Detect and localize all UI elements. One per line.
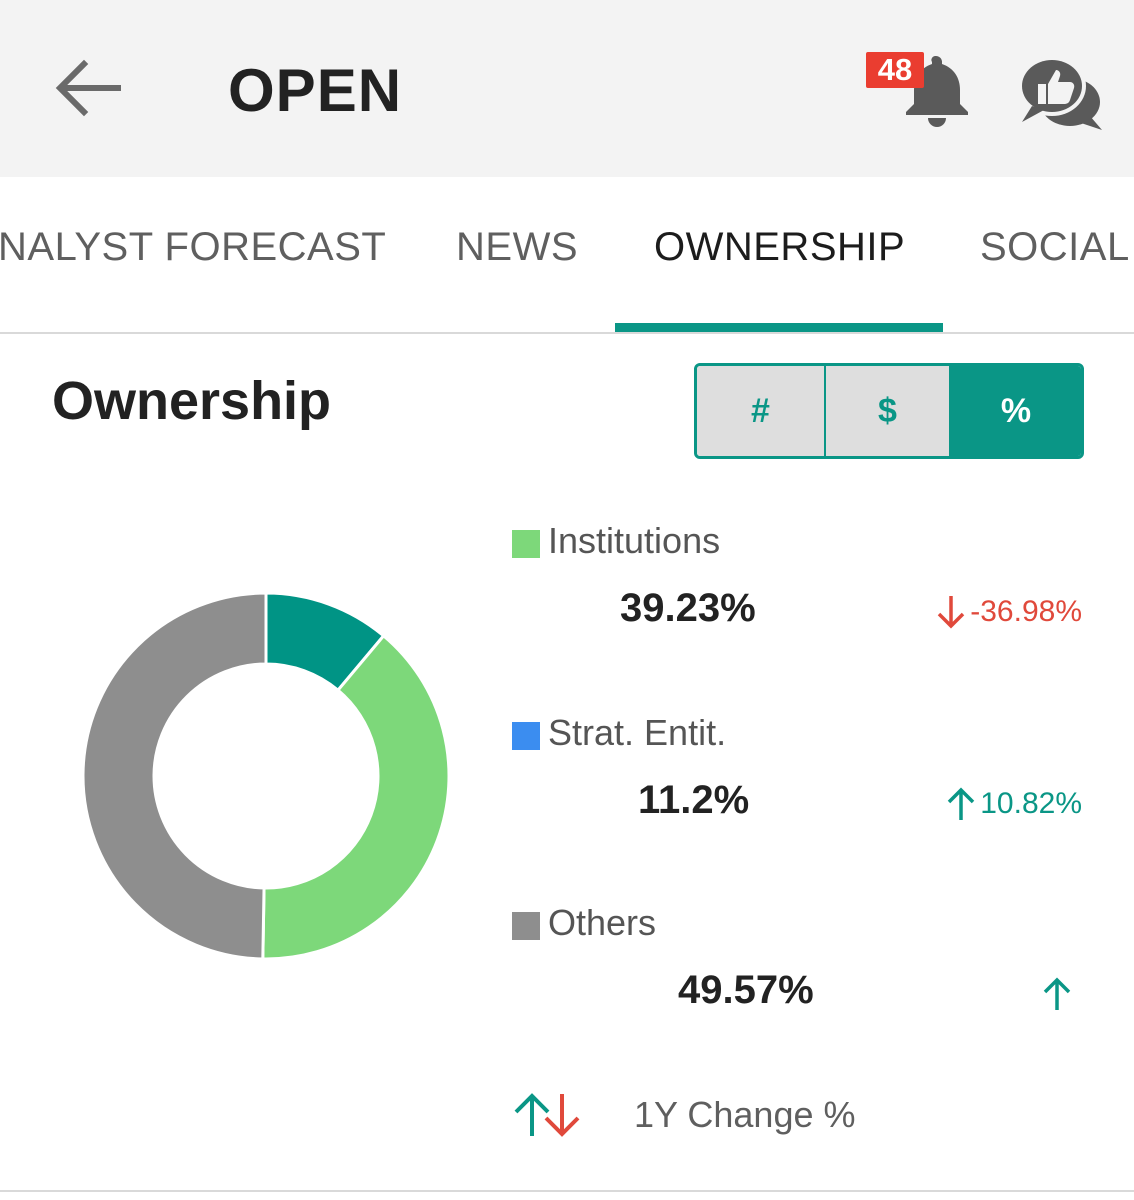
arrow-up-icon xyxy=(1043,977,1071,1010)
institutions-swatch xyxy=(512,530,540,558)
legend-item-strat-entities: Strat. Entit. 11.2% 10.82% xyxy=(512,712,1092,832)
up-down-arrows-icon xyxy=(514,1093,580,1137)
notification-badge: 48 xyxy=(866,52,924,88)
donut-segment-institutions xyxy=(261,633,451,961)
toggle-dollar-button[interactable]: $ xyxy=(824,366,949,456)
legend-value: 11.2% xyxy=(638,778,750,822)
strat-entities-swatch xyxy=(512,722,540,750)
divider xyxy=(0,1190,1134,1192)
tab-analyst-forecast[interactable]: NALYST FORECAST xyxy=(0,225,386,270)
tab-social[interactable]: SOCIAL xyxy=(980,225,1130,270)
donut-segment-others xyxy=(81,591,268,961)
tab-news[interactable]: NEWS xyxy=(456,225,578,270)
arrow-down-icon xyxy=(938,596,965,629)
legend-item-institutions: Institutions 39.23% -36.98% xyxy=(512,520,1092,640)
chat-thumbs-up-icon xyxy=(1018,56,1102,130)
toggle-percent-button[interactable]: % xyxy=(949,366,1081,456)
legend-change: -36.98% xyxy=(934,592,1082,632)
tab-bar: NALYST FORECAST NEWS OWNERSHIP SOCIAL xyxy=(0,177,1134,334)
legend-label: Strat. Entit. xyxy=(548,712,727,753)
arrow-up-icon xyxy=(948,787,975,820)
active-tab-indicator xyxy=(615,323,943,332)
community-button[interactable] xyxy=(1012,50,1108,134)
others-swatch xyxy=(512,912,540,940)
back-button[interactable] xyxy=(48,50,128,130)
legend-change xyxy=(1040,974,1076,1014)
section-title: Ownership xyxy=(52,371,332,431)
change-value: 10.82% xyxy=(980,787,1082,820)
legend-label: Institutions xyxy=(548,520,721,561)
app-title: OPEN xyxy=(228,57,403,124)
legend-label: Others xyxy=(548,902,657,943)
app-bar: OPEN 48 xyxy=(0,0,1134,177)
change-value: -36.98% xyxy=(970,595,1082,628)
legend-item-others: Others 49.57% xyxy=(512,902,1092,1022)
legend-value: 39.23% xyxy=(620,586,756,630)
toggle-count-button[interactable]: # xyxy=(697,366,824,456)
back-arrow-icon xyxy=(55,59,121,117)
legend-value: 49.57% xyxy=(678,968,814,1012)
tab-ownership[interactable]: OWNERSHIP xyxy=(654,225,905,270)
legend-change: 10.82% xyxy=(944,784,1082,824)
ownership-donut-chart xyxy=(81,591,451,961)
unit-toggle: # $ % xyxy=(694,363,1084,459)
change-legend-note: 1Y Change % xyxy=(510,1090,856,1140)
change-note-label: 1Y Change % xyxy=(634,1094,856,1135)
